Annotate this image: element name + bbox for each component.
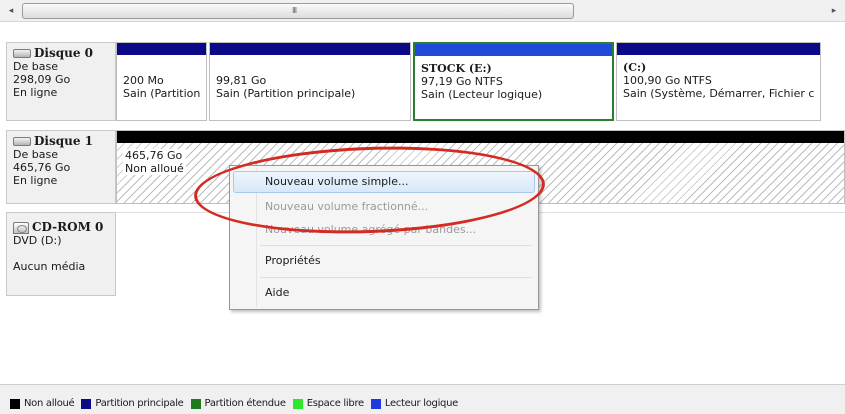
partition-size: 97,19 Go NTFS: [421, 75, 503, 88]
partition-status: Sain (Partition principale): [216, 87, 356, 100]
partition-status: Sain (Partition: [123, 87, 201, 100]
disk-1-type: De base: [13, 148, 58, 161]
menu-item-properties[interactable]: Propriétés: [233, 250, 535, 272]
scrollbar-grip-icon: III: [292, 6, 297, 15]
partition-size: 200 Mo: [123, 74, 164, 87]
disk-1-name: Disque 1: [34, 134, 93, 148]
partition-system-reserved[interactable]: 200 Mo Sain (Partition: [116, 42, 207, 121]
legend-swatch: [292, 398, 303, 409]
legend-swatch: [10, 398, 20, 409]
legend-swatch: [81, 398, 92, 409]
legend-item-extended: Partition étendue: [190, 398, 286, 409]
menu-item-help[interactable]: Aide: [233, 282, 535, 304]
hard-disk-icon: [13, 137, 31, 146]
legend-item-free-space: Espace libre: [292, 398, 364, 409]
legend-swatch: [370, 398, 381, 409]
menu-item-new-spanned-volume[interactable]: Nouveau volume fractionné...: [233, 196, 535, 218]
legend-bar: Non alloué Partition principale Partitio…: [0, 384, 845, 414]
hard-disk-icon: [13, 49, 31, 58]
scroll-right-arrow-icon[interactable]: ▸: [827, 4, 841, 18]
cdrom-name: CD-ROM 0: [32, 220, 104, 234]
disk-0-size: 298,09 Go: [13, 73, 71, 86]
legend-item-primary: Partition principale: [81, 398, 184, 409]
menu-separator: [260, 245, 532, 246]
partition-primary[interactable]: 99,81 Go Sain (Partition principale): [209, 42, 411, 121]
disk-0-type: De base: [13, 60, 58, 73]
cd-drive-icon: [13, 221, 29, 234]
partition-status: Sain (Système, Démarrer, Fichier c: [623, 87, 815, 100]
disk-1-status: En ligne: [13, 174, 58, 187]
unallocated-size: 465,76 Go: [125, 149, 183, 162]
partition-c[interactable]: (C:) 100,90 Go NTFS Sain (Système, Démar…: [616, 42, 821, 121]
unallocated-label: Non alloué: [125, 162, 184, 175]
disk-0-status: En ligne: [13, 86, 58, 99]
menu-separator: [260, 277, 532, 278]
scrollbar-thumb[interactable]: III: [22, 3, 574, 19]
partition-size: 99,81 Go: [216, 74, 267, 87]
cdrom-status: Aucun média: [13, 260, 86, 273]
partition-status: Sain (Lecteur logique): [421, 88, 543, 101]
horizontal-scrollbar[interactable]: ◂ III ▸: [0, 0, 845, 22]
partition-size: 100,90 Go NTFS: [623, 74, 712, 87]
menu-item-new-striped-volume[interactable]: Nouveau volume agrégé par bandes...: [233, 219, 535, 241]
disk-0-info[interactable]: Disque 0 De base 298,09 Go En ligne: [6, 42, 116, 121]
scroll-left-arrow-icon[interactable]: ◂: [4, 4, 18, 18]
cdrom-type: DVD (D:): [13, 234, 62, 247]
volume-name: (C:): [623, 61, 647, 74]
cdrom-info[interactable]: CD-ROM 0 DVD (D:) Aucun média: [6, 212, 116, 296]
disk-0-name: Disque 0: [34, 46, 93, 60]
menu-item-new-simple-volume[interactable]: Nouveau volume simple...: [233, 171, 535, 193]
legend-item-logical-drive: Lecteur logique: [370, 398, 458, 409]
context-menu: Nouveau volume simple... Nouveau volume …: [229, 165, 539, 310]
volume-name: STOCK (E:): [421, 62, 492, 75]
partition-stock-e[interactable]: STOCK (E:) 97,19 Go NTFS Sain (Lecteur l…: [413, 42, 614, 121]
disk-row-0: Disque 0 De base 298,09 Go En ligne 200 …: [6, 42, 845, 121]
legend-item-unallocated: Non alloué: [10, 398, 75, 409]
disk-1-size: 465,76 Go: [13, 161, 71, 174]
legend-swatch: [190, 398, 201, 409]
disk-1-info[interactable]: Disque 1 De base 465,76 Go En ligne: [6, 130, 116, 204]
